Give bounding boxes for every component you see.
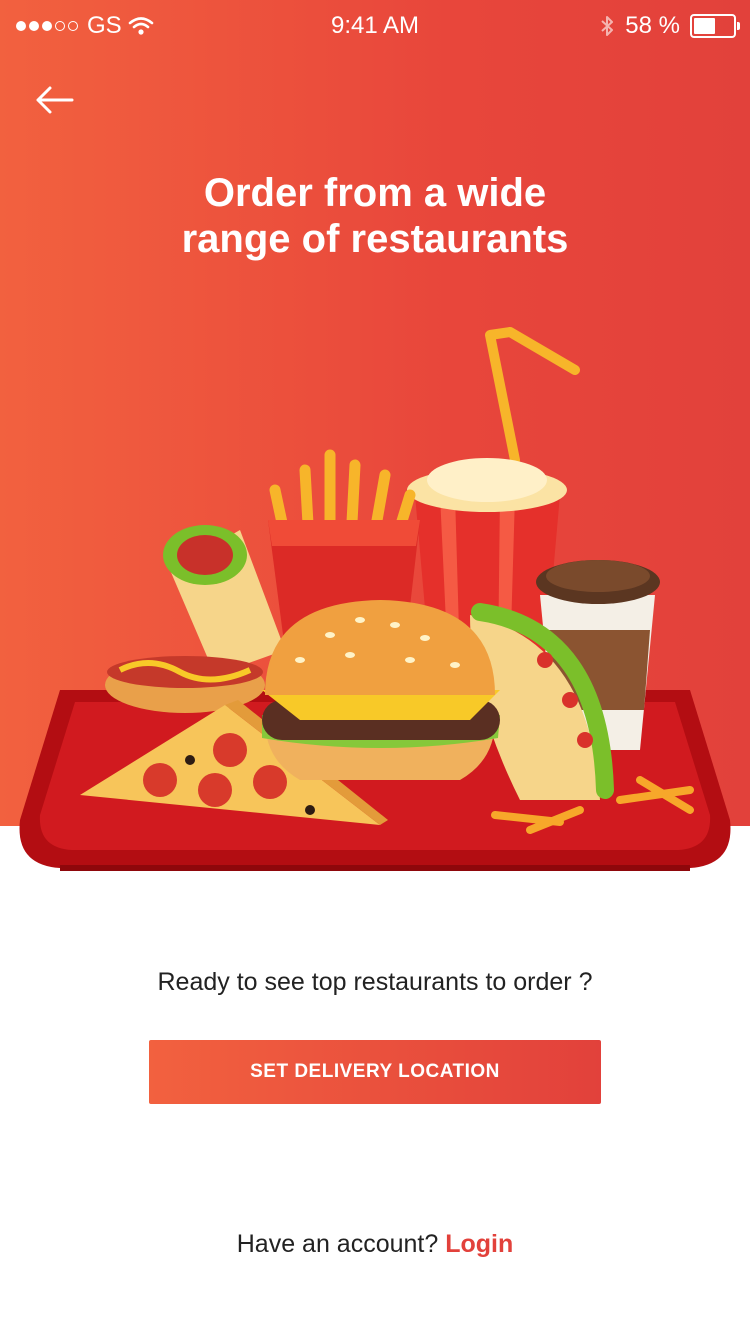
have-account-text: Have an account? bbox=[236, 1230, 439, 1258]
burger-icon bbox=[262, 600, 500, 780]
back-arrow-icon bbox=[36, 86, 74, 114]
title-line-1: Order from a wide bbox=[203, 171, 547, 215]
battery-fill bbox=[694, 18, 715, 34]
set-delivery-location-button[interactable]: SET DELIVERY LOCATION bbox=[149, 1040, 601, 1104]
status-bar: GS 9:41 AM 58 % bbox=[0, 0, 750, 52]
login-row: Have an account? Login bbox=[0, 1230, 750, 1259]
bluetooth-icon bbox=[601, 16, 614, 36]
login-link[interactable]: Login bbox=[445, 1230, 513, 1258]
battery-percent: 58 % bbox=[625, 12, 680, 39]
burrito-icon bbox=[163, 525, 285, 675]
fast-food-tray-illustration bbox=[19, 327, 731, 871]
status-right: 58 % bbox=[599, 12, 740, 40]
battery-icon bbox=[690, 14, 740, 38]
page-title: Order from a wide range of restaurants bbox=[0, 170, 750, 262]
title-line-2: range of restaurants bbox=[181, 217, 569, 261]
back-button[interactable] bbox=[34, 82, 76, 118]
order-prompt-text: Ready to see top restaurants to order ? bbox=[157, 968, 593, 996]
